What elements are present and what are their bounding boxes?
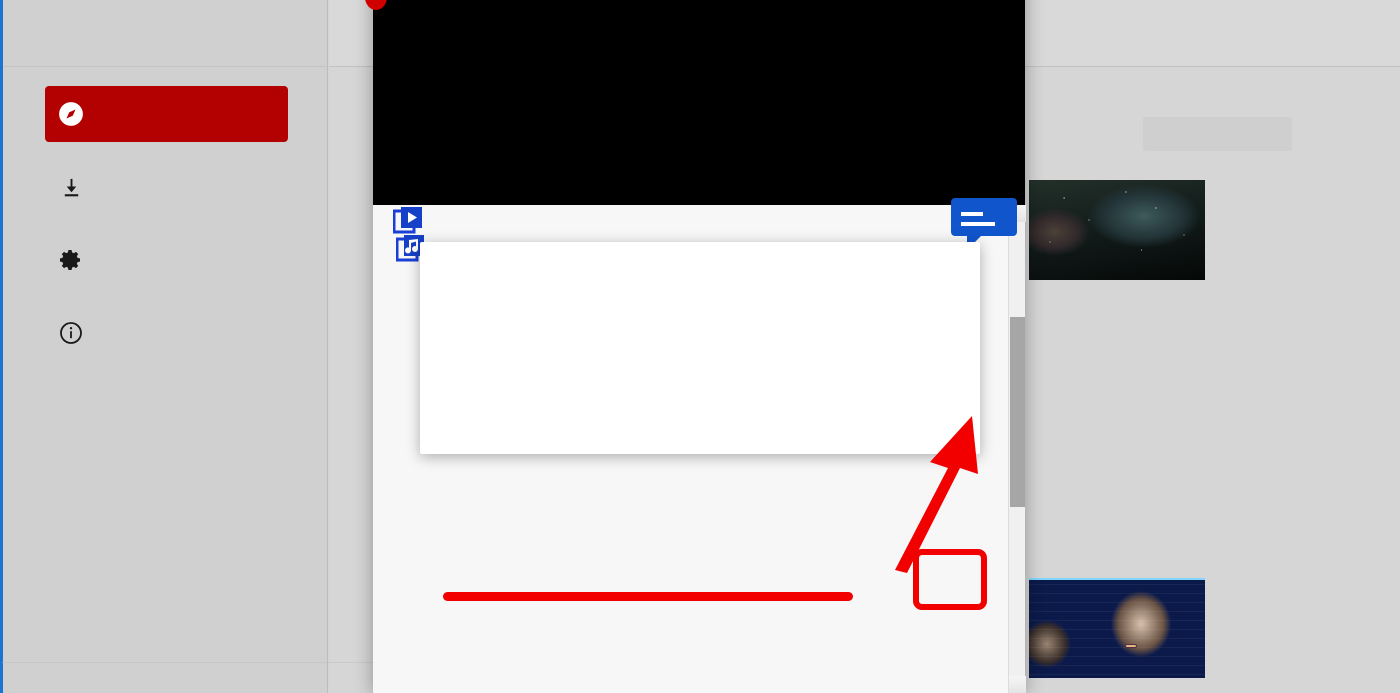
sidebar-bottom-text <box>6 679 331 693</box>
thumbnail-badge <box>1125 644 1137 648</box>
sidebar-nav <box>3 86 328 378</box>
app-window <box>0 0 1400 693</box>
scroll-down-arrow-icon[interactable] <box>1009 676 1026 693</box>
sidebar-item-about[interactable] <box>45 305 288 361</box>
gear-icon <box>45 248 97 272</box>
video-download-section-header <box>392 205 434 240</box>
video-preview[interactable] <box>373 0 1025 205</box>
mosaic-video-frame <box>373 0 1025 205</box>
refresh-feed-button[interactable] <box>1143 117 1292 151</box>
feed-card[interactable] <box>1029 180 1205 307</box>
sidebar-item-home[interactable] <box>45 86 288 142</box>
confirm-dialog <box>420 242 980 454</box>
modal-scrollbar[interactable] <box>1008 205 1026 693</box>
video-thumbnail[interactable] <box>1029 578 1205 678</box>
sidebar-divider <box>3 66 328 67</box>
thumbnail-image <box>1029 180 1205 280</box>
sidebar-item-settings[interactable] <box>45 232 288 288</box>
info-icon <box>45 321 97 345</box>
video-play-icon <box>392 205 423 240</box>
thumbnail-image <box>1029 578 1205 678</box>
window-left-accent <box>0 0 3 693</box>
sidebar-item-downloads[interactable] <box>45 159 288 215</box>
sidebar <box>3 0 328 693</box>
scrollbar-thumb[interactable] <box>1010 317 1025 507</box>
dialog-thumbnail <box>445 274 540 369</box>
video-thumbnail[interactable] <box>1029 180 1205 280</box>
download-icon <box>45 176 97 199</box>
feed-card[interactable] <box>1029 578 1205 678</box>
compass-icon <box>45 101 97 127</box>
